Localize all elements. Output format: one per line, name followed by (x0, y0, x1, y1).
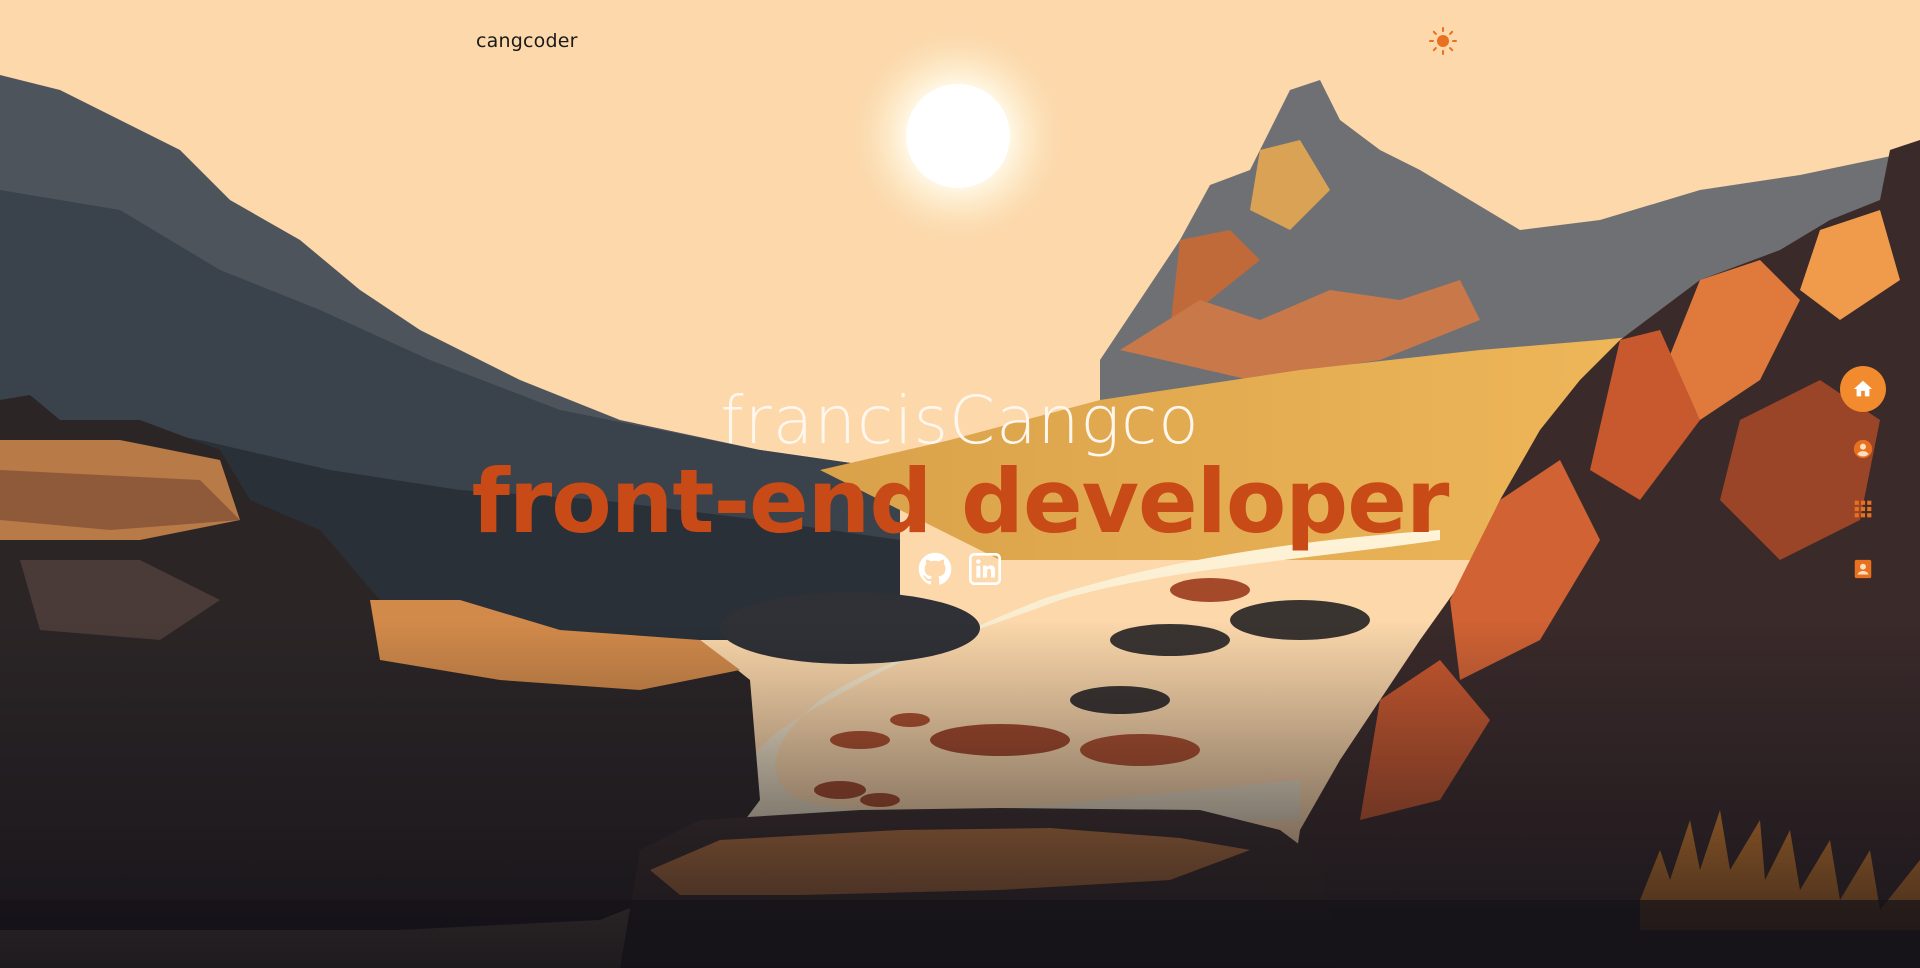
contact-card-icon (1854, 559, 1872, 579)
account-icon (1853, 439, 1873, 459)
top-bar: cangcoder (0, 0, 1920, 84)
theme-toggle-button[interactable] (1428, 26, 1458, 56)
home-icon (1853, 380, 1873, 397)
social-links (0, 552, 1920, 586)
sun-icon (1429, 27, 1457, 55)
nav-contact[interactable] (1840, 546, 1886, 592)
side-navigation (1840, 366, 1886, 606)
hero-section: francisCangco front-end developer (0, 380, 1920, 546)
linkedin-link[interactable] (968, 552, 1002, 586)
nav-projects[interactable] (1840, 486, 1886, 532)
nav-home[interactable] (1840, 366, 1886, 412)
github-link[interactable] (918, 552, 952, 586)
nav-about[interactable] (1840, 426, 1886, 472)
hero-role: front-end developer (471, 450, 1450, 553)
github-icon (918, 552, 952, 585)
linkedin-icon (969, 553, 1001, 585)
brand-logo-text[interactable]: cangcoder (476, 30, 578, 52)
grid-icon (1854, 500, 1872, 518)
